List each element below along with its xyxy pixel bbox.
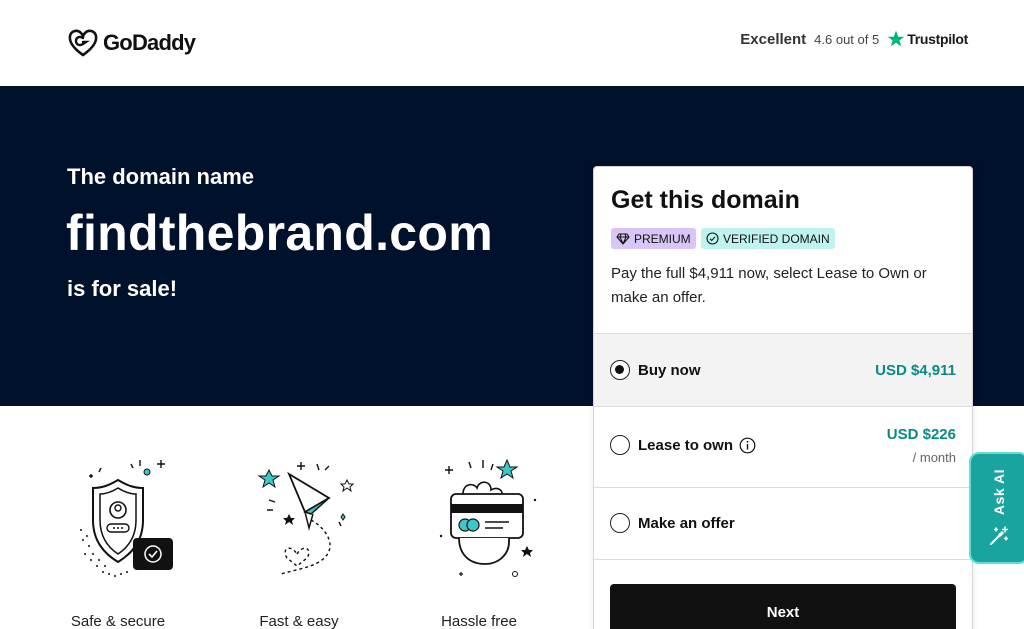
buy-now-radio[interactable] xyxy=(610,360,630,380)
godaddy-logo[interactable]: GoDaddy xyxy=(67,28,196,58)
lease-to-own-label: Lease to own xyxy=(638,437,734,454)
feature-hassle-free: Hassle free xyxy=(414,450,544,629)
trustpilot-rating[interactable]: Excellent 4.6 out of 5 Trustpilot xyxy=(740,30,968,48)
make-offer-radio[interactable] xyxy=(610,513,630,533)
lease-to-own-radio[interactable] xyxy=(610,435,630,455)
shield-icon xyxy=(80,460,173,577)
lease-to-own-price: USD $226 xyxy=(886,426,956,443)
option-lease-to-own[interactable]: Lease to own USD $226 / month xyxy=(594,406,972,487)
buy-now-price: USD $4,911 xyxy=(875,362,956,379)
feature-label: Fast & easy xyxy=(259,613,339,629)
feature-fast-easy: Fast & easy xyxy=(234,450,364,629)
lease-to-own-period: / month xyxy=(912,450,956,465)
site-header: GoDaddy Excellent 4.6 out of 5 Trustpilo… xyxy=(0,0,1024,86)
hero-post-text: is for sale! xyxy=(67,276,178,301)
option-buy-now[interactable]: Buy now USD $4,911 xyxy=(594,333,972,406)
verified-badge-label: VERIFIED DOMAIN xyxy=(723,231,830,246)
info-icon[interactable] xyxy=(739,437,756,454)
rating-score: 4.6 out of 5 xyxy=(814,31,880,47)
trustpilot-text: Trustpilot xyxy=(907,31,968,47)
feature-label: Safe & secure xyxy=(70,613,166,629)
verified-domain-badge: VERIFIED DOMAIN xyxy=(701,228,835,249)
trustpilot-logo: Trustpilot xyxy=(887,30,968,48)
godaddy-heart-icon xyxy=(68,29,98,57)
premium-badge-label: PREMIUM xyxy=(634,231,691,246)
logo-text: GoDaddy xyxy=(103,30,196,55)
rating-label: Excellent xyxy=(740,30,807,48)
diamond-icon xyxy=(616,232,630,245)
premium-badge: PREMIUM xyxy=(611,228,696,249)
option-make-offer[interactable]: Make an offer xyxy=(594,487,972,560)
magic-wand-icon xyxy=(990,526,1009,546)
card-hand-icon xyxy=(439,458,537,577)
card-description: Pay the full $4,911 now, select Lease to… xyxy=(611,265,927,306)
feature-label: Hassle free xyxy=(441,613,517,629)
hero-domain-name: findthebrand.com xyxy=(66,205,494,261)
make-offer-label: Make an offer xyxy=(638,515,735,532)
trustpilot-star-icon xyxy=(887,30,905,47)
card-title: Get this domain xyxy=(611,186,800,214)
buy-now-label: Buy now xyxy=(638,362,701,379)
hero-pre-text: The domain name xyxy=(67,164,255,189)
next-button[interactable]: Next xyxy=(610,584,956,629)
ask-ai-label: Ask AI xyxy=(991,468,1007,516)
lease-to-own-label-group: Lease to own xyxy=(638,437,756,454)
ask-ai-button[interactable]: Ask AI xyxy=(969,452,1024,564)
check-circle-icon xyxy=(706,232,719,245)
feature-safe-secure: Safe & secure xyxy=(53,450,183,629)
get-domain-card: Get this domain PREMIUM VERIFIED DOMAIN … xyxy=(593,166,973,629)
paper-plane-icon xyxy=(257,462,355,575)
